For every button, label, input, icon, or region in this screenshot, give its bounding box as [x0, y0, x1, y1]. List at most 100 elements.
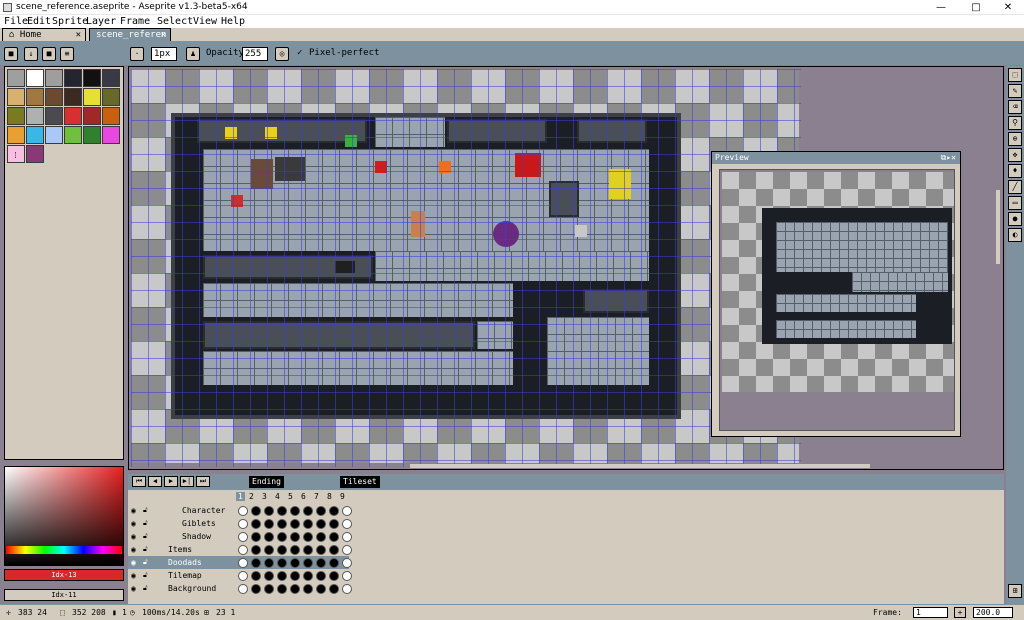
- cel[interactable]: [342, 584, 352, 594]
- hue-slider[interactable]: [6, 546, 122, 554]
- cel[interactable]: [251, 584, 261, 594]
- cel[interactable]: [342, 558, 352, 568]
- palette-swatch[interactable]: [7, 107, 25, 125]
- cel[interactable]: [238, 571, 248, 581]
- cel[interactable]: [238, 558, 248, 568]
- palette-swatch[interactable]: [45, 107, 63, 125]
- cel[interactable]: [277, 519, 287, 529]
- cel[interactable]: [264, 545, 274, 555]
- tag-ending[interactable]: Ending: [249, 476, 284, 488]
- cel[interactable]: [316, 584, 326, 594]
- lock-icon[interactable]: 🔓︎: [143, 517, 148, 530]
- palette-swatch[interactable]: [26, 145, 44, 163]
- menu-layer[interactable]: Layer: [86, 15, 116, 28]
- minimize-button[interactable]: —: [930, 1, 952, 14]
- cel[interactable]: [303, 519, 313, 529]
- cel[interactable]: [303, 584, 313, 594]
- cel[interactable]: [329, 506, 339, 516]
- palette-swatch[interactable]: [102, 69, 120, 87]
- arrow-down-icon[interactable]: ↓: [24, 47, 38, 61]
- cel[interactable]: [277, 558, 287, 568]
- cel[interactable]: [264, 506, 274, 516]
- stop-icon[interactable]: ■: [42, 47, 56, 61]
- tab-scene[interactable]: scene_referen ✕: [89, 28, 171, 42]
- blur-tool-icon[interactable]: ◐: [1008, 228, 1022, 242]
- cel[interactable]: [342, 506, 352, 516]
- menu-icon[interactable]: ≡: [60, 47, 74, 61]
- cel[interactable]: [277, 532, 287, 542]
- eye-icon[interactable]: ◉: [131, 504, 136, 517]
- cel[interactable]: [303, 532, 313, 542]
- brush-size-field[interactable]: 1px: [151, 47, 177, 61]
- cel[interactable]: [277, 584, 287, 594]
- brush-type-icon[interactable]: ·: [130, 47, 144, 61]
- eye-icon[interactable]: ◉: [131, 517, 136, 530]
- cel[interactable]: [316, 545, 326, 555]
- frame-number[interactable]: 8: [327, 492, 332, 501]
- cel[interactable]: [264, 558, 274, 568]
- cel[interactable]: [277, 571, 287, 581]
- background-color-button[interactable]: Idx-11: [4, 589, 124, 601]
- cel[interactable]: [264, 584, 274, 594]
- cel[interactable]: [303, 558, 313, 568]
- lock-icon[interactable]: 🔓︎: [143, 530, 148, 543]
- cel[interactable]: [316, 519, 326, 529]
- ink-icon[interactable]: ♟: [186, 47, 200, 61]
- palette-swatch[interactable]: [26, 88, 44, 106]
- line-tool-icon[interactable]: ╱: [1008, 180, 1022, 194]
- cel[interactable]: [342, 571, 352, 581]
- horizontal-scrollbar[interactable]: [410, 464, 870, 468]
- cel[interactable]: [342, 519, 352, 529]
- cel[interactable]: [251, 519, 261, 529]
- menu-sprite[interactable]: Sprite: [52, 15, 88, 28]
- pencil-tool-icon[interactable]: ✎: [1008, 84, 1022, 98]
- eye-icon[interactable]: ◉: [131, 543, 136, 556]
- cel[interactable]: [238, 584, 248, 594]
- marquee-tool-icon[interactable]: ⬚: [1008, 68, 1022, 82]
- cel[interactable]: [251, 571, 261, 581]
- frame-field[interactable]: 1: [913, 607, 948, 618]
- ratio-icon[interactable]: ⊞: [1008, 584, 1022, 598]
- vertical-scrollbar[interactable]: [996, 190, 1000, 264]
- eyedropper-tool-icon[interactable]: ⚲: [1008, 116, 1022, 130]
- play-icon[interactable]: ▶: [164, 476, 178, 487]
- menu-view[interactable]: View: [193, 15, 217, 28]
- menu-help[interactable]: Help: [221, 15, 245, 28]
- preview-window[interactable]: Preview ⧉▸✕: [711, 151, 961, 437]
- sprite-canvas[interactable]: [131, 69, 801, 467]
- palette-swatch[interactable]: [102, 126, 120, 144]
- dynamics-icon[interactable]: ◎: [275, 47, 289, 61]
- tag-tileset[interactable]: Tileset: [340, 476, 380, 488]
- cel[interactable]: [264, 532, 274, 542]
- cel[interactable]: [290, 532, 300, 542]
- lock-icon[interactable]: ■: [4, 47, 18, 61]
- close-icon[interactable]: ⧉▸✕: [941, 152, 956, 164]
- lock-icon[interactable]: 🔓︎: [143, 543, 148, 556]
- cel[interactable]: [290, 545, 300, 555]
- foreground-color-button[interactable]: Idx-13: [4, 569, 124, 581]
- cel[interactable]: [342, 532, 352, 542]
- eye-icon[interactable]: ◉: [131, 556, 136, 569]
- frame-number[interactable]: 4: [275, 492, 280, 501]
- frame-number[interactable]: 5: [288, 492, 293, 501]
- palette-swatch[interactable]: [83, 69, 101, 87]
- cel[interactable]: [303, 571, 313, 581]
- menu-edit[interactable]: Edit: [27, 15, 51, 28]
- contour-tool-icon[interactable]: ●: [1008, 212, 1022, 226]
- eraser-tool-icon[interactable]: ⌫: [1008, 100, 1022, 114]
- palette-swatch[interactable]: [83, 107, 101, 125]
- cel[interactable]: [329, 532, 339, 542]
- palette-swatch[interactable]: [26, 126, 44, 144]
- last-frame-icon[interactable]: ⏭: [196, 476, 210, 487]
- palette-swatch[interactable]: [64, 69, 82, 87]
- cel[interactable]: [290, 519, 300, 529]
- cel[interactable]: [303, 545, 313, 555]
- maximize-button[interactable]: □: [965, 1, 987, 14]
- palette-swatch[interactable]: [64, 88, 82, 106]
- palette-handle-icon[interactable]: ⁞: [13, 151, 18, 161]
- cel[interactable]: [251, 532, 261, 542]
- palette-swatch[interactable]: [7, 126, 25, 144]
- eye-icon[interactable]: ◉: [131, 569, 136, 582]
- cel[interactable]: [277, 506, 287, 516]
- cel[interactable]: [290, 558, 300, 568]
